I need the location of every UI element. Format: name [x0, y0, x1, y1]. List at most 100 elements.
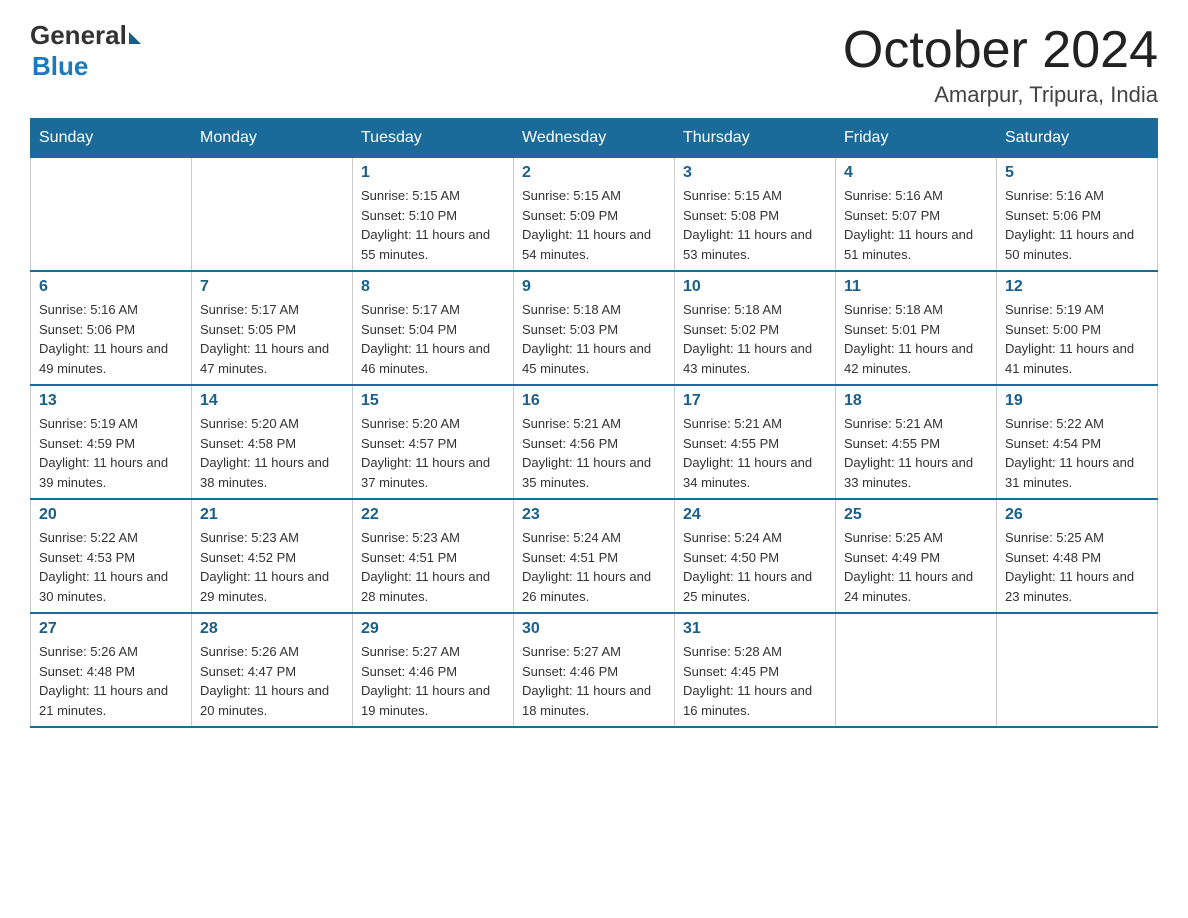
day-number: 4 — [844, 164, 988, 182]
day-number: 21 — [200, 506, 344, 524]
day-detail: Sunrise: 5:26 AMSunset: 4:48 PMDaylight:… — [39, 642, 183, 720]
day-number: 27 — [39, 620, 183, 638]
calendar-cell: 13Sunrise: 5:19 AMSunset: 4:59 PMDayligh… — [31, 385, 192, 499]
day-detail: Sunrise: 5:21 AMSunset: 4:56 PMDaylight:… — [522, 414, 666, 492]
calendar-cell — [192, 158, 353, 272]
calendar-cell: 15 Sunrise: 5:20 AMSunset: 4:57 PMDayligh… — [353, 385, 514, 499]
calendar-cell: 25Sunrise: 5:25 AMSunset: 4:49 PMDayligh… — [836, 499, 997, 613]
day-number: 30 — [522, 620, 666, 638]
day-number: 5 — [1005, 164, 1149, 182]
day-detail: Sunrise: 5:26 AMSunset: 4:47 PMDaylight:… — [200, 642, 344, 720]
day-detail: Sunrise: 5:23 AMSunset: 4:52 PMDaylight:… — [200, 528, 344, 606]
calendar-cell: 24Sunrise: 5:24 AMSunset: 4:50 PMDayligh… — [675, 499, 836, 613]
logo-blue-text: Blue — [32, 51, 88, 81]
day-detail: Sunrise: 5:22 AMSunset: 4:54 PMDaylight:… — [1005, 414, 1149, 492]
day-detail: Sunrise: 5:20 AMSunset: 4:58 PMDaylight:… — [200, 414, 344, 492]
day-detail: Sunrise: 5:23 AMSunset: 4:51 PMDaylight:… — [361, 528, 505, 606]
weekday-header-sunday: Sunday — [31, 119, 192, 158]
calendar-cell: 3 Sunrise: 5:15 AMSunset: 5:08 PMDaylight… — [675, 158, 836, 272]
calendar-cell: 18 Sunrise: 5:21 AMSunset: 4:55 PMDayligh… — [836, 385, 997, 499]
day-detail: Sunrise: 5:24 AMSunset: 4:50 PMDaylight:… — [683, 528, 827, 606]
calendar-cell: 9Sunrise: 5:18 AMSunset: 5:03 PMDaylight… — [514, 271, 675, 385]
day-number: 13 — [39, 392, 183, 410]
day-number: 12 — [1005, 278, 1149, 296]
calendar-cell: 1Sunrise: 5:15 AMSunset: 5:10 PMDaylight… — [353, 158, 514, 272]
week-row-1: 1Sunrise: 5:15 AMSunset: 5:10 PMDaylight… — [31, 158, 1158, 272]
week-row-3: 13Sunrise: 5:19 AMSunset: 4:59 PMDayligh… — [31, 385, 1158, 499]
day-detail: Sunrise: 5:16 AMSunset: 5:06 PMDaylight:… — [1005, 186, 1149, 264]
day-number: 3 — [683, 164, 827, 182]
calendar-cell: 16 Sunrise: 5:21 AMSunset: 4:56 PMDayligh… — [514, 385, 675, 499]
day-number: 20 — [39, 506, 183, 524]
day-detail: Sunrise: 5:28 AMSunset: 4:45 PMDaylight:… — [683, 642, 827, 720]
calendar-cell: 22Sunrise: 5:23 AMSunset: 4:51 PMDayligh… — [353, 499, 514, 613]
day-number: 11 — [844, 278, 988, 296]
calendar-cell: 12 Sunrise: 5:19 AMSunset: 5:00 PMDayligh… — [997, 271, 1158, 385]
logo: General Blue — [30, 20, 141, 82]
day-number: 28 — [200, 620, 344, 638]
calendar-cell: 11 Sunrise: 5:18 AMSunset: 5:01 PMDayligh… — [836, 271, 997, 385]
weekday-header-wednesday: Wednesday — [514, 119, 675, 158]
weekday-header-tuesday: Tuesday — [353, 119, 514, 158]
logo-arrow-icon — [129, 32, 141, 44]
day-detail: Sunrise: 5:22 AMSunset: 4:53 PMDaylight:… — [39, 528, 183, 606]
day-number: 15 — [361, 392, 505, 410]
day-number: 7 — [200, 278, 344, 296]
day-detail: Sunrise: 5:20 AMSunset: 4:57 PMDaylight:… — [361, 414, 505, 492]
calendar-cell: 26 Sunrise: 5:25 AMSunset: 4:48 PMDayligh… — [997, 499, 1158, 613]
calendar-cell: 17 Sunrise: 5:21 AMSunset: 4:55 PMDayligh… — [675, 385, 836, 499]
day-number: 23 — [522, 506, 666, 524]
title-section: October 2024 Amarpur, Tripura, India — [843, 20, 1158, 108]
weekday-header-thursday: Thursday — [675, 119, 836, 158]
day-detail: Sunrise: 5:25 AMSunset: 4:49 PMDaylight:… — [844, 528, 988, 606]
day-detail: Sunrise: 5:15 AMSunset: 5:08 PMDaylight:… — [683, 186, 827, 264]
location-title: Amarpur, Tripura, India — [843, 82, 1158, 108]
day-number: 6 — [39, 278, 183, 296]
calendar-table: SundayMondayTuesdayWednesdayThursdayFrid… — [30, 118, 1158, 728]
day-number: 17 — [683, 392, 827, 410]
calendar-cell: 28 Sunrise: 5:26 AMSunset: 4:47 PMDayligh… — [192, 613, 353, 727]
day-number: 19 — [1005, 392, 1149, 410]
day-number: 18 — [844, 392, 988, 410]
calendar-cell: 19 Sunrise: 5:22 AMSunset: 4:54 PMDayligh… — [997, 385, 1158, 499]
calendar-cell: 7Sunrise: 5:17 AMSunset: 5:05 PMDaylight… — [192, 271, 353, 385]
day-detail: Sunrise: 5:18 AMSunset: 5:02 PMDaylight:… — [683, 300, 827, 378]
day-detail: Sunrise: 5:19 AMSunset: 5:00 PMDaylight:… — [1005, 300, 1149, 378]
day-detail: Sunrise: 5:25 AMSunset: 4:48 PMDaylight:… — [1005, 528, 1149, 606]
day-number: 26 — [1005, 506, 1149, 524]
page-header: General Blue October 2024 Amarpur, Tripu… — [30, 20, 1158, 108]
day-detail: Sunrise: 5:24 AMSunset: 4:51 PMDaylight:… — [522, 528, 666, 606]
calendar-cell: 27 Sunrise: 5:26 AMSunset: 4:48 PMDayligh… — [31, 613, 192, 727]
day-detail: Sunrise: 5:15 AMSunset: 5:10 PMDaylight:… — [361, 186, 505, 264]
day-detail: Sunrise: 5:18 AMSunset: 5:01 PMDaylight:… — [844, 300, 988, 378]
calendar-cell: 2Sunrise: 5:15 AMSunset: 5:09 PMDaylight… — [514, 158, 675, 272]
calendar-cell: 4Sunrise: 5:16 AMSunset: 5:07 PMDaylight… — [836, 158, 997, 272]
calendar-cell: 23 Sunrise: 5:24 AMSunset: 4:51 PMDayligh… — [514, 499, 675, 613]
week-row-2: 6 Sunrise: 5:16 AMSunset: 5:06 PMDaylight… — [31, 271, 1158, 385]
logo-general-text: General — [30, 20, 127, 51]
week-row-5: 27 Sunrise: 5:26 AMSunset: 4:48 PMDayligh… — [31, 613, 1158, 727]
weekday-header-friday: Friday — [836, 119, 997, 158]
week-row-4: 20 Sunrise: 5:22 AMSunset: 4:53 PMDayligh… — [31, 499, 1158, 613]
day-number: 31 — [683, 620, 827, 638]
weekday-header-monday: Monday — [192, 119, 353, 158]
calendar-cell: 6 Sunrise: 5:16 AMSunset: 5:06 PMDaylight… — [31, 271, 192, 385]
calendar-cell: 20 Sunrise: 5:22 AMSunset: 4:53 PMDayligh… — [31, 499, 192, 613]
day-detail: Sunrise: 5:16 AMSunset: 5:06 PMDaylight:… — [39, 300, 183, 378]
day-number: 10 — [683, 278, 827, 296]
calendar-cell: 5 Sunrise: 5:16 AMSunset: 5:06 PMDaylight… — [997, 158, 1158, 272]
day-number: 16 — [522, 392, 666, 410]
day-number: 9 — [522, 278, 666, 296]
month-title: October 2024 — [843, 20, 1158, 80]
weekday-header-saturday: Saturday — [997, 119, 1158, 158]
day-detail: Sunrise: 5:21 AMSunset: 4:55 PMDaylight:… — [844, 414, 988, 492]
day-number: 14 — [200, 392, 344, 410]
day-detail: Sunrise: 5:27 AMSunset: 4:46 PMDaylight:… — [361, 642, 505, 720]
calendar-cell — [836, 613, 997, 727]
calendar-cell: 10 Sunrise: 5:18 AMSunset: 5:02 PMDayligh… — [675, 271, 836, 385]
day-detail: Sunrise: 5:21 AMSunset: 4:55 PMDaylight:… — [683, 414, 827, 492]
day-number: 8 — [361, 278, 505, 296]
day-detail: Sunrise: 5:17 AMSunset: 5:04 PMDaylight:… — [361, 300, 505, 378]
day-detail: Sunrise: 5:27 AMSunset: 4:46 PMDaylight:… — [522, 642, 666, 720]
day-number: 29 — [361, 620, 505, 638]
